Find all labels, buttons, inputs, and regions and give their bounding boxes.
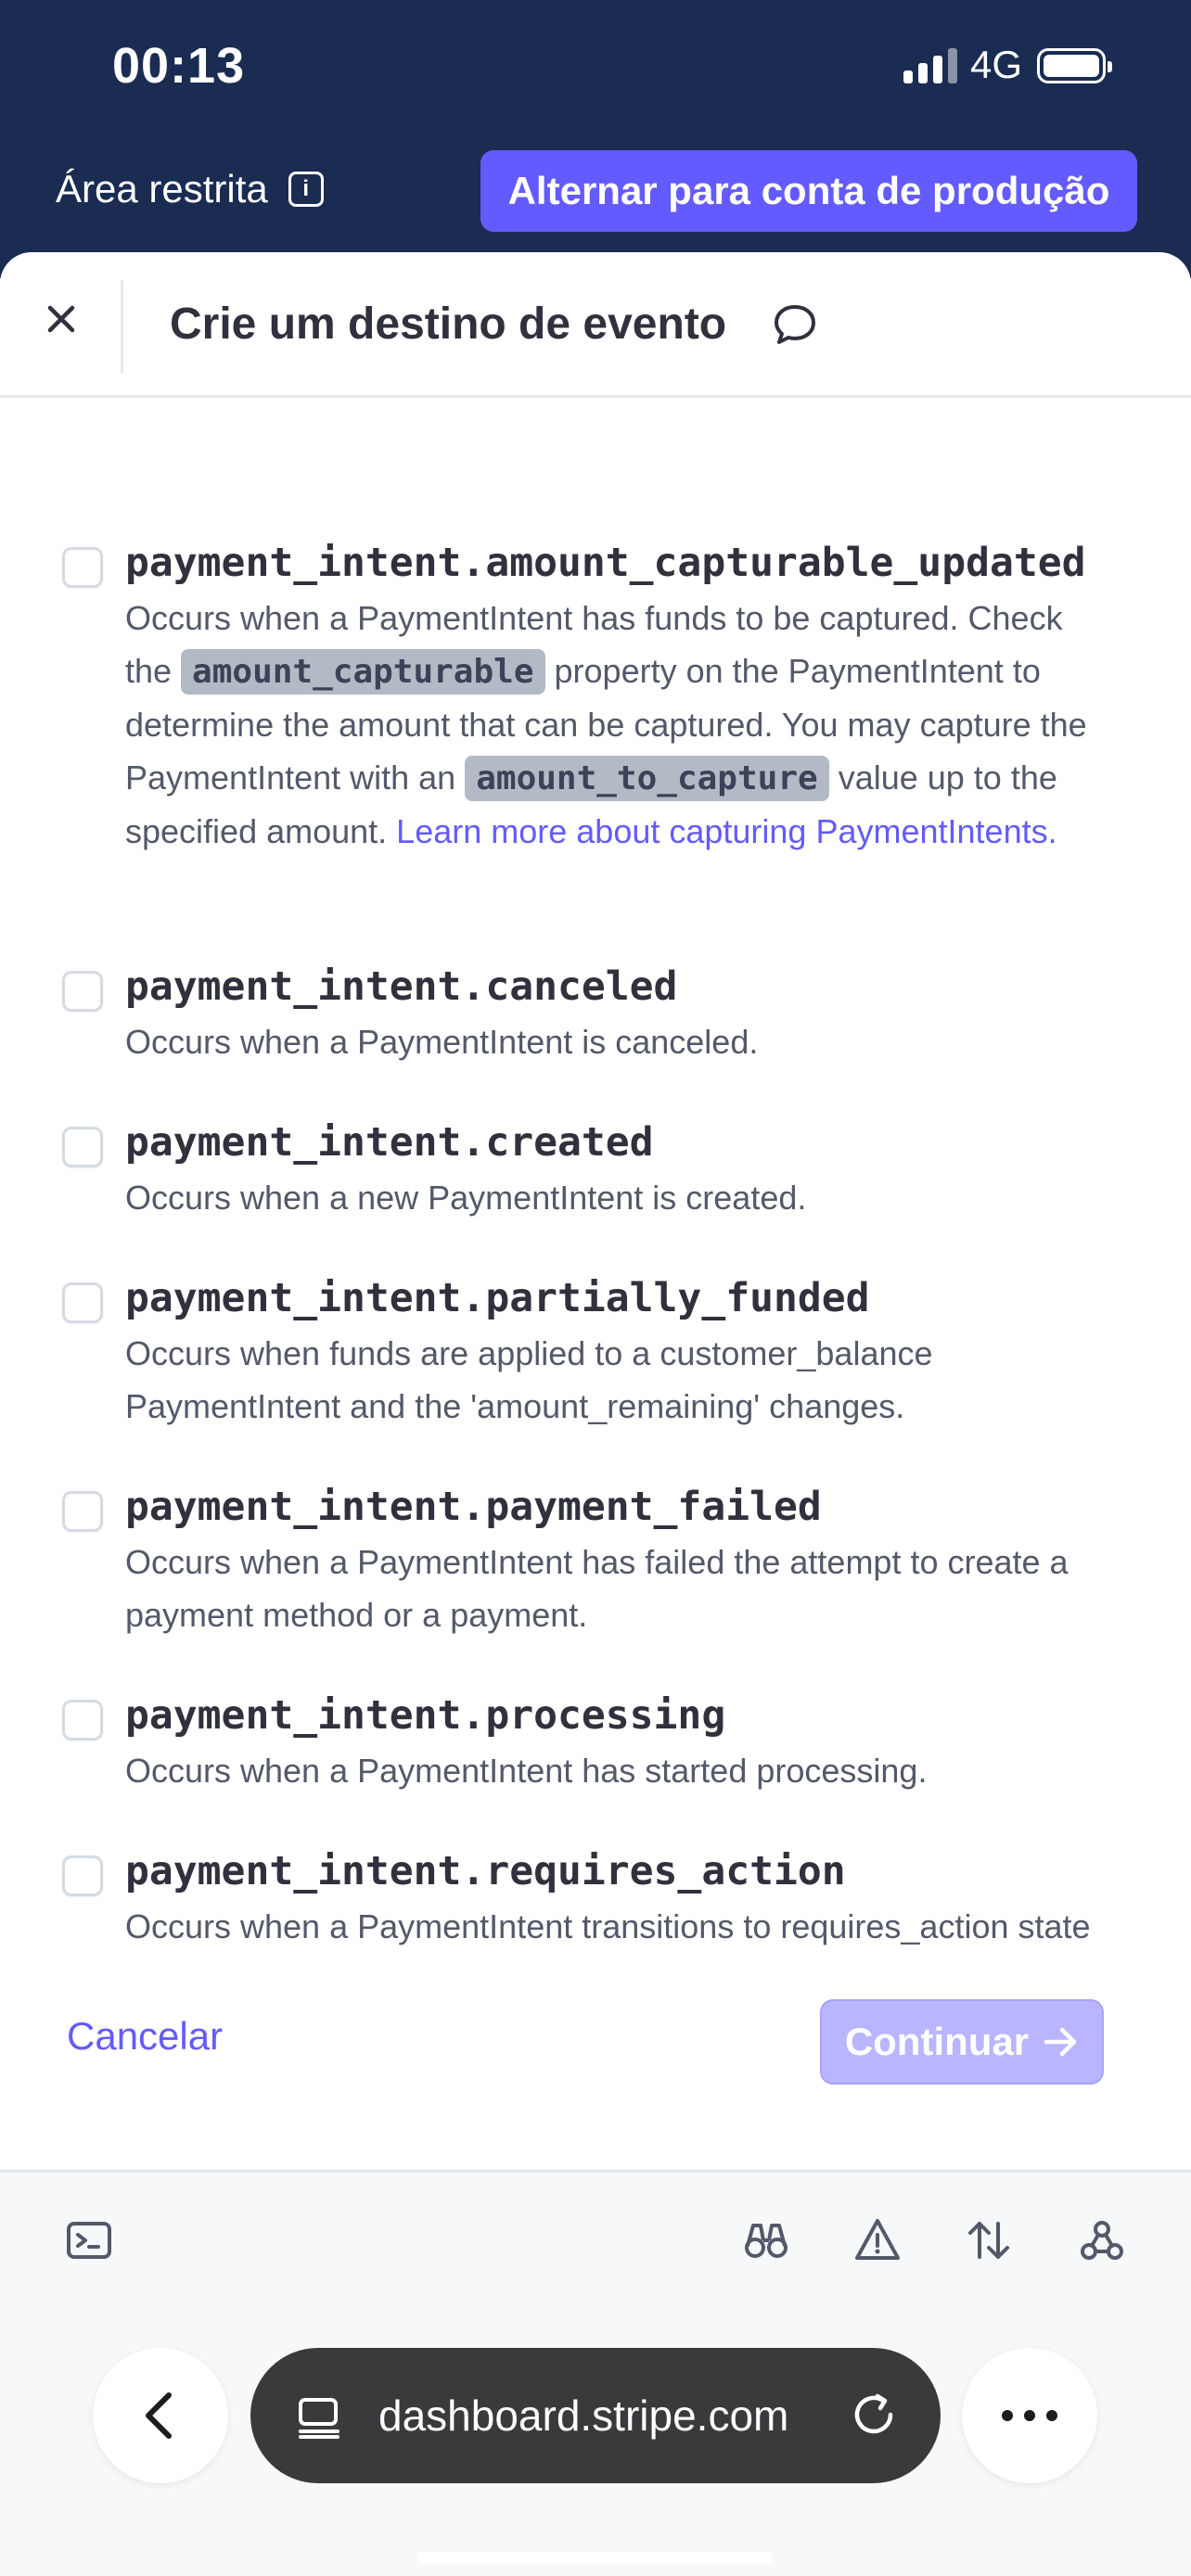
status-bar: 00:13 4G Área restrita i Alternar para c… bbox=[0, 0, 1191, 278]
ellipsis-icon bbox=[1002, 2410, 1057, 2421]
event-description: Occurs when funds are applied to a custo… bbox=[125, 1334, 933, 1425]
event-description: Occurs when a PaymentIntent is canceled. bbox=[125, 1023, 759, 1061]
sort-arrows-icon[interactable] bbox=[965, 2216, 1013, 2264]
event-name: payment_intent.payment_failed bbox=[125, 1484, 822, 1530]
sandbox-indicator[interactable]: Área restrita i bbox=[56, 167, 324, 211]
url-text: dashboard.stripe.com bbox=[378, 2391, 789, 2440]
terminal-icon[interactable] bbox=[65, 2216, 113, 2264]
info-icon[interactable]: i bbox=[288, 172, 324, 207]
back-button[interactable] bbox=[93, 2348, 228, 2483]
continue-button[interactable]: Continuar bbox=[820, 1999, 1104, 2085]
continue-label: Continuar bbox=[844, 2020, 1030, 2063]
reload-icon[interactable] bbox=[850, 2391, 900, 2441]
event-checkbox[interactable] bbox=[62, 1855, 103, 1896]
code-amount-to-capture: amount_to_capture bbox=[465, 756, 829, 801]
event-name: payment_intent.amount_capturable_updated bbox=[125, 540, 1086, 586]
sandbox-label: Área restrita bbox=[56, 167, 268, 210]
close-icon[interactable] bbox=[39, 297, 83, 341]
learn-more-link[interactable]: Learn more about capturing PaymentIntent… bbox=[396, 812, 1057, 850]
battery-icon bbox=[1037, 48, 1112, 83]
event-name: payment_intent.processing bbox=[125, 1692, 726, 1739]
chevron-left-icon bbox=[146, 2392, 172, 2439]
feedback-chat-icon[interactable] bbox=[772, 301, 818, 348]
event-name: payment_intent.partially_funded bbox=[125, 1275, 870, 1321]
arrow-right-icon bbox=[1044, 2027, 1077, 2057]
cellular-signal-icon bbox=[903, 48, 957, 83]
event-description: Occurs when a PaymentIntent has started … bbox=[125, 1752, 928, 1790]
network-type: 4G bbox=[970, 43, 1023, 86]
event-name: payment_intent.created bbox=[125, 1119, 654, 1166]
header-divider bbox=[121, 280, 123, 373]
event-checkbox[interactable] bbox=[62, 1127, 103, 1167]
create-event-destination-sheet: Crie um destino de evento payment_intent… bbox=[0, 252, 1191, 2170]
address-bar[interactable]: dashboard.stripe.com bbox=[250, 2348, 941, 2483]
status-time: 00:13 bbox=[112, 38, 246, 94]
event-checkbox[interactable] bbox=[62, 1491, 103, 1532]
event-description: Occurs when a PaymentIntent has funds to… bbox=[125, 599, 1087, 850]
event-description: Occurs when a new PaymentIntent is creat… bbox=[125, 1179, 807, 1217]
sheet-title: Crie um destino de evento bbox=[170, 300, 727, 349]
webhook-icon[interactable] bbox=[1078, 2216, 1126, 2264]
binoculars-icon[interactable] bbox=[742, 2216, 790, 2264]
event-checkbox[interactable] bbox=[62, 1282, 103, 1323]
event-description: Occurs when a PaymentIntent transitions … bbox=[125, 1907, 1091, 1945]
cancel-button[interactable]: Cancelar bbox=[67, 2014, 223, 2059]
event-checkbox[interactable] bbox=[62, 1700, 103, 1741]
event-description: Occurs when a PaymentIntent has failed t… bbox=[125, 1543, 1069, 1634]
more-options-button[interactable] bbox=[962, 2348, 1097, 2483]
tab-overview-icon[interactable] bbox=[295, 2392, 343, 2441]
sheet-header: Crie um destino de evento bbox=[0, 252, 1191, 398]
list-fade bbox=[0, 1958, 1191, 1996]
event-name: payment_intent.canceled bbox=[125, 963, 678, 1010]
warning-icon[interactable] bbox=[853, 2216, 902, 2264]
event-checkbox[interactable] bbox=[62, 547, 103, 588]
event-name: payment_intent.requires_action bbox=[125, 1848, 846, 1894]
developer-toolbar bbox=[0, 2170, 1191, 2302]
browser-toolbar: dashboard.stripe.com bbox=[0, 2302, 1191, 2576]
code-amount-capturable: amount_capturable bbox=[181, 649, 545, 695]
event-checkbox[interactable] bbox=[62, 971, 103, 1012]
home-indicator bbox=[417, 2552, 774, 2565]
switch-to-live-button[interactable]: Alternar para conta de produção bbox=[480, 150, 1137, 232]
